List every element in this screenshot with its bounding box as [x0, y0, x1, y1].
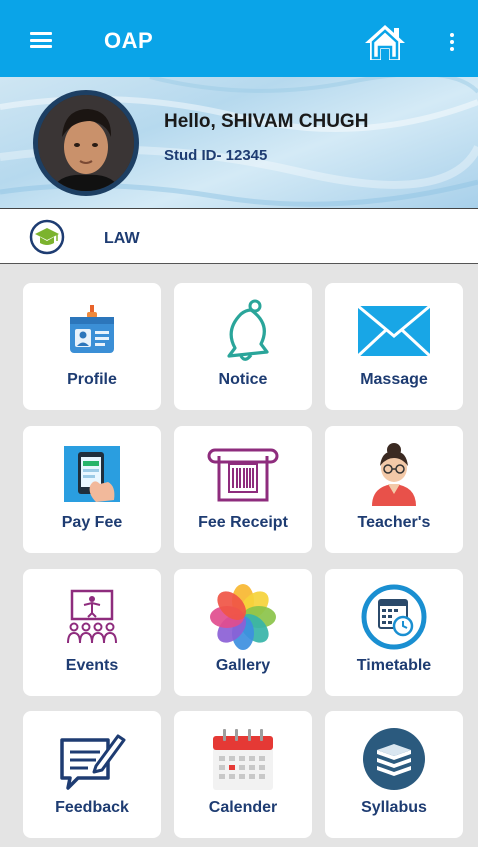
tile-label: Teacher's	[357, 514, 431, 531]
calendar-tile[interactable]: Calender	[174, 711, 312, 838]
phone-payment-icon	[23, 440, 161, 508]
timetable-tile[interactable]: Timetable	[325, 569, 463, 696]
profile-banner: Hello, SHIVAM CHUGH Stud ID- 12345	[0, 77, 478, 208]
syllabus-tile[interactable]: Syllabus	[325, 711, 463, 838]
tile-label: Calender	[208, 799, 278, 816]
course-row[interactable]: LAW	[0, 209, 478, 264]
gallery-tile[interactable]: Gallery	[174, 569, 312, 696]
message-tile[interactable]: Massage	[325, 283, 463, 410]
id-card-icon	[23, 297, 161, 365]
avatar[interactable]	[33, 90, 139, 196]
menu-grid: Profile Notice Massage Pay Fee Fee Recei…	[0, 264, 478, 847]
tile-label: Fee Receipt	[198, 514, 288, 531]
receipt-printer-icon	[174, 440, 312, 508]
tile-label: Profile	[67, 371, 117, 388]
notice-tile[interactable]: Notice	[174, 283, 312, 410]
presentation-icon	[23, 583, 161, 651]
tile-label: Timetable	[356, 657, 432, 674]
greeting-text: Hello, SHIVAM CHUGH	[164, 111, 369, 132]
tile-label: Events	[65, 657, 119, 674]
home-icon[interactable]	[362, 22, 408, 62]
tile-label: Pay Fee	[61, 514, 123, 531]
more-vertical-icon[interactable]	[448, 33, 456, 53]
profile-tile[interactable]: Profile	[23, 283, 161, 410]
bell-icon	[174, 297, 312, 365]
hamburger-menu-icon[interactable]	[30, 32, 52, 48]
teachers-tile[interactable]: Teacher's	[325, 426, 463, 553]
tile-label: Massage	[360, 371, 428, 388]
graduation-cap-icon	[29, 219, 65, 255]
app-bar: OAP	[0, 0, 478, 77]
tile-label: Feedback	[55, 799, 129, 816]
calendar-icon	[174, 725, 312, 793]
events-tile[interactable]: Events	[23, 569, 161, 696]
teacher-icon	[325, 440, 463, 508]
photos-flower-icon	[174, 583, 312, 651]
feedback-tile[interactable]: Feedback	[23, 711, 161, 838]
books-stack-icon	[325, 725, 463, 793]
timetable-clock-icon	[325, 583, 463, 651]
envelope-icon	[325, 297, 463, 365]
tile-label: Notice	[218, 371, 268, 388]
pay-fee-tile[interactable]: Pay Fee	[23, 426, 161, 553]
app-title: OAP	[104, 28, 154, 53]
tile-label: Gallery	[215, 657, 271, 674]
tile-label: Syllabus	[361, 799, 427, 816]
feedback-form-icon	[23, 725, 161, 793]
fee-receipt-tile[interactable]: Fee Receipt	[174, 426, 312, 553]
student-id: Stud ID- 12345	[164, 147, 268, 164]
course-label: LAW	[104, 230, 140, 247]
